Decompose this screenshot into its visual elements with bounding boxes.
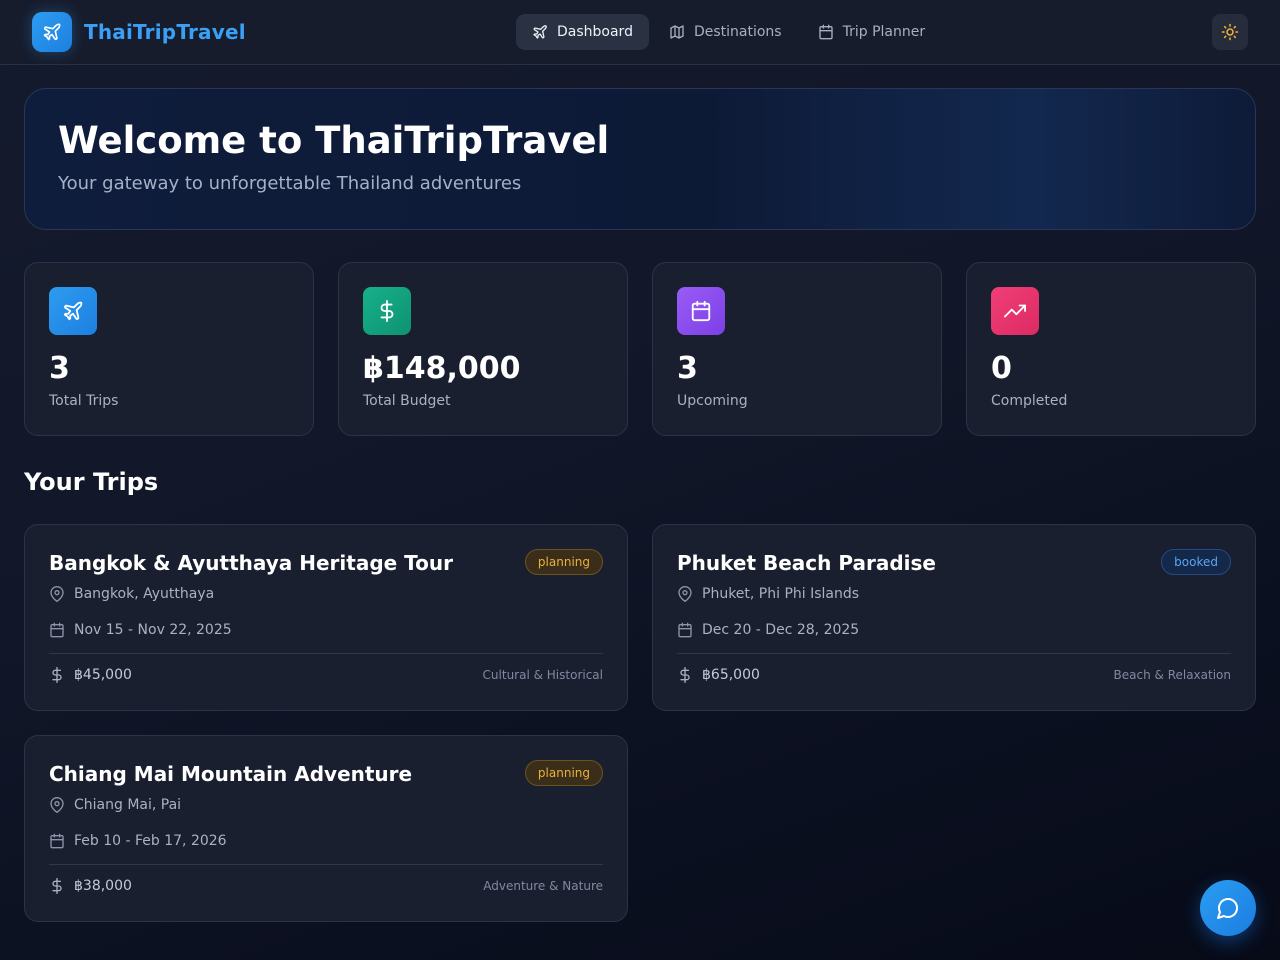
- stat-value: 3: [49, 351, 70, 386]
- trip-location: Chiang Mai, Pai: [49, 797, 181, 813]
- trip-category: Beach & Relaxation: [1113, 668, 1231, 682]
- trip-dates-text: Nov 15 - Nov 22, 2025: [74, 622, 232, 638]
- chat-button[interactable]: [1200, 880, 1256, 936]
- stat-label: Total Budget: [363, 393, 451, 409]
- trip-budget: ฿38,000: [49, 878, 132, 894]
- welcome-hero: Welcome to ThaiTripTravel Your gateway t…: [24, 88, 1256, 230]
- trip-dates-text: Feb 10 - Feb 17, 2026: [74, 833, 227, 849]
- stat-value: 0: [991, 351, 1012, 386]
- stat-label: Upcoming: [677, 393, 748, 409]
- stat-card-total-budget: ฿148,000 Total Budget: [338, 262, 628, 436]
- section-title-your-trips: Your Trips: [24, 468, 159, 496]
- plane-icon: [533, 25, 547, 39]
- map-icon: [670, 25, 684, 39]
- sun-icon: [1221, 23, 1239, 41]
- trip-dates: Dec 20 - Dec 28, 2025: [677, 622, 859, 638]
- stat-value: ฿148,000: [363, 351, 521, 386]
- calendar-icon: [677, 287, 725, 335]
- stat-value: 3: [677, 351, 698, 386]
- trip-title: Bangkok & Ayutthaya Heritage Tour: [49, 551, 453, 575]
- divider: [677, 653, 1231, 654]
- map-pin-icon: [50, 797, 64, 813]
- trip-location-text: Chiang Mai, Pai: [74, 797, 182, 813]
- hero-subtitle: Your gateway to unforgettable Thailand a…: [58, 173, 522, 194]
- calendar-icon: [818, 24, 833, 40]
- trip-location-text: Phuket, Phi Phi Islands: [702, 586, 860, 602]
- trip-budget-text: ฿45,000: [74, 667, 132, 683]
- nav-trip-planner[interactable]: Trip Planner: [802, 14, 942, 50]
- trip-budget: ฿65,000: [677, 667, 760, 683]
- stat-card-upcoming: 3 Upcoming: [652, 262, 942, 436]
- stat-card-total-trips: 3 Total Trips: [24, 262, 314, 436]
- divider: [49, 864, 603, 865]
- calendar-icon: [50, 833, 64, 849]
- nav-label: Trip Planner: [842, 24, 926, 40]
- divider: [49, 653, 603, 654]
- status-badge: booked: [1161, 549, 1231, 575]
- calendar-icon: [678, 622, 692, 638]
- trip-dates: Nov 15 - Nov 22, 2025: [49, 622, 232, 638]
- trip-budget: ฿45,000: [49, 667, 132, 683]
- stat-label: Total Trips: [49, 393, 119, 409]
- trip-title: Phuket Beach Paradise: [677, 551, 936, 575]
- top-header: ThaiTripTravel Dashboard Destinations Tr…: [0, 0, 1280, 65]
- trip-category: Adventure & Nature: [483, 879, 603, 893]
- brand-name: ThaiTripTravel: [84, 20, 246, 44]
- main-nav: Dashboard Destinations Trip Planner: [516, 14, 945, 50]
- trip-dates-text: Dec 20 - Dec 28, 2025: [702, 622, 860, 638]
- stat-card-completed: 0 Completed: [966, 262, 1256, 436]
- plane-icon: [49, 287, 97, 335]
- trip-card[interactable]: Chiang Mai Mountain Adventure planning C…: [24, 735, 628, 922]
- theme-toggle-button[interactable]: [1212, 14, 1248, 50]
- chat-icon: [1217, 898, 1238, 919]
- trip-location-text: Bangkok, Ayutthaya: [74, 586, 215, 602]
- trip-budget-text: ฿38,000: [74, 878, 132, 894]
- nav-dashboard[interactable]: Dashboard: [516, 14, 649, 50]
- dollar-icon: [52, 667, 62, 683]
- dollar-icon: [52, 878, 62, 894]
- trip-location: Phuket, Phi Phi Islands: [677, 586, 859, 602]
- trending-up-icon: [991, 287, 1039, 335]
- trip-dates: Feb 10 - Feb 17, 2026: [49, 833, 227, 849]
- trip-card[interactable]: Phuket Beach Paradise booked Phuket, Phi…: [652, 524, 1256, 711]
- map-pin-icon: [678, 586, 692, 602]
- trip-category: Cultural & Historical: [482, 668, 603, 682]
- nav-destinations[interactable]: Destinations: [653, 14, 798, 50]
- nav-label: Dashboard: [557, 24, 633, 40]
- status-badge: planning: [524, 549, 603, 575]
- map-pin-icon: [50, 586, 64, 602]
- calendar-icon: [50, 622, 64, 638]
- brand[interactable]: ThaiTripTravel: [32, 12, 246, 52]
- nav-label: Destinations: [693, 24, 782, 40]
- status-badge: planning: [524, 760, 603, 786]
- trip-budget-text: ฿65,000: [702, 667, 760, 683]
- trip-card[interactable]: Bangkok & Ayutthaya Heritage Tour planni…: [24, 524, 628, 711]
- dollar-icon: [680, 667, 690, 683]
- dollar-icon: [363, 287, 411, 335]
- plane-icon: [32, 12, 72, 52]
- trip-title: Chiang Mai Mountain Adventure: [49, 762, 413, 786]
- stat-label: Completed: [991, 393, 1068, 409]
- hero-title: Welcome to ThaiTripTravel: [58, 119, 610, 162]
- trip-location: Bangkok, Ayutthaya: [49, 586, 214, 602]
